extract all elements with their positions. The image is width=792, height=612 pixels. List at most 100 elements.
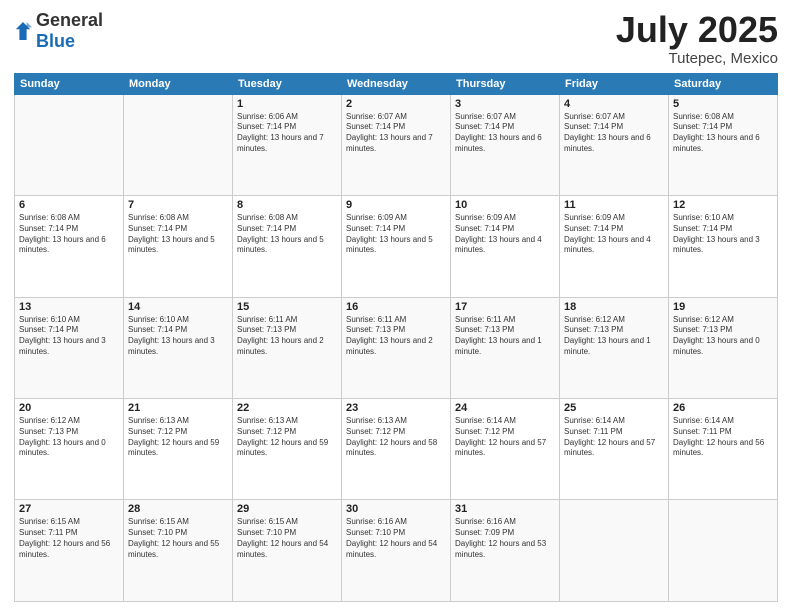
calendar-cell: 4 Sunrise: 6:07 AMSunset: 7:14 PMDaylight… [560,94,669,195]
day-number: 17 [455,301,555,313]
day-number: 20 [19,402,119,414]
weekday-header-sunday: Sunday [15,73,124,94]
calendar-cell: 27Sunrise: 6:15 AMSunset: 7:11 PMDayligh… [15,500,124,602]
day-number: 3 [455,98,555,110]
day-number: 1 [237,98,337,110]
day-number: 6 [19,199,119,211]
day-info: Sunrise: 6:08 AMSunset: 7:14 PMDaylight:… [237,213,337,256]
weekday-row: SundayMondayTuesdayWednesdayThursdayFrid… [15,73,778,94]
calendar-cell [669,500,778,602]
calendar-cell: 21 Sunrise: 6:13 AMSunset: 7:12 PMDayligh… [124,399,233,500]
day-number: 5 [673,98,773,110]
day-info: Sunrise: 6:11 AMSunset: 7:13 PMDaylight:… [346,315,446,358]
calendar-cell: 7Sunrise: 6:08 AMSunset: 7:14 PMDaylight… [124,196,233,297]
calendar-table: SundayMondayTuesdayWednesdayThursdayFrid… [14,73,778,602]
logo-text: General Blue [36,10,103,52]
day-number: 8 [237,199,337,211]
day-number: 4 [564,98,664,110]
day-info: Sunrise: 6:09 AMSunset: 7:14 PMDaylight:… [455,213,555,256]
calendar-cell: 24 Sunrise: 6:14 AMSunset: 7:12 PMDayligh… [451,399,560,500]
week-row-2: 6 Sunrise: 6:08 AMSunset: 7:14 PMDaylight… [15,196,778,297]
week-row-4: 20 Sunrise: 6:12 AMSunset: 7:13 PMDayligh… [15,399,778,500]
day-info: Sunrise: 6:13 AMSunset: 7:12 PMDaylight:… [128,416,228,459]
day-info: Sunrise: 6:14 AMSunset: 7:11 PMDaylight:… [564,416,664,459]
calendar-cell: 13 Sunrise: 6:10 AMSunset: 7:14 PMDayligh… [15,297,124,398]
day-info: Sunrise: 6:16 AMSunset: 7:09 PMDaylight:… [455,517,555,560]
day-number: 12 [673,199,773,211]
day-info: Sunrise: 6:14 AMSunset: 7:11 PMDaylight:… [673,416,773,459]
calendar-cell: 23 Sunrise: 6:13 AMSunset: 7:12 PMDayligh… [342,399,451,500]
weekday-header-wednesday: Wednesday [342,73,451,94]
calendar-cell: 22 Sunrise: 6:13 AMSunset: 7:12 PMDayligh… [233,399,342,500]
header: General Blue July 2025 Tutepec, Mexico [14,10,778,67]
logo-icon [14,20,32,42]
day-info: Sunrise: 6:08 AMSunset: 7:14 PMDaylight:… [19,213,119,256]
calendar-cell [124,94,233,195]
day-info: Sunrise: 6:11 AMSunset: 7:13 PMDaylight:… [237,315,337,358]
day-number: 15 [237,301,337,313]
day-info: Sunrise: 6:15 AMSunset: 7:10 PMDaylight:… [128,517,228,560]
calendar-cell: 28Sunrise: 6:15 AMSunset: 7:10 PMDayligh… [124,500,233,602]
day-number: 13 [19,301,119,313]
calendar-cell: 29 Sunrise: 6:15 AMSunset: 7:10 PMDayligh… [233,500,342,602]
calendar-cell: 15 Sunrise: 6:11 AMSunset: 7:13 PMDayligh… [233,297,342,398]
calendar-cell: 6 Sunrise: 6:08 AMSunset: 7:14 PMDaylight… [15,196,124,297]
day-number: 21 [128,402,228,414]
day-info: Sunrise: 6:09 AMSunset: 7:14 PMDaylight:… [346,213,446,256]
day-number: 19 [673,301,773,313]
calendar-cell: 25 Sunrise: 6:14 AMSunset: 7:11 PMDayligh… [560,399,669,500]
day-number: 25 [564,402,664,414]
day-info: Sunrise: 6:12 AMSunset: 7:13 PMDaylight:… [564,315,664,358]
day-number: 29 [237,503,337,515]
day-number: 24 [455,402,555,414]
day-number: 18 [564,301,664,313]
week-row-5: 27Sunrise: 6:15 AMSunset: 7:11 PMDayligh… [15,500,778,602]
day-number: 10 [455,199,555,211]
calendar-cell: 18 Sunrise: 6:12 AMSunset: 7:13 PMDayligh… [560,297,669,398]
day-number: 30 [346,503,446,515]
day-number: 9 [346,199,446,211]
calendar-cell: 17 Sunrise: 6:11 AMSunset: 7:13 PMDayligh… [451,297,560,398]
day-number: 14 [128,301,228,313]
day-info: Sunrise: 6:11 AMSunset: 7:13 PMDaylight:… [455,315,555,358]
day-number: 11 [564,199,664,211]
calendar-cell: 11 Sunrise: 6:09 AMSunset: 7:14 PMDayligh… [560,196,669,297]
calendar-cell: 10 Sunrise: 6:09 AMSunset: 7:14 PMDayligh… [451,196,560,297]
day-info: Sunrise: 6:10 AMSunset: 7:14 PMDaylight:… [19,315,119,358]
weekday-header-tuesday: Tuesday [233,73,342,94]
weekday-header-saturday: Saturday [669,73,778,94]
calendar-cell: 5 Sunrise: 6:08 AMSunset: 7:14 PMDaylight… [669,94,778,195]
day-info: Sunrise: 6:08 AMSunset: 7:14 PMDaylight:… [673,112,773,155]
day-number: 26 [673,402,773,414]
calendar-cell: 31 Sunrise: 6:16 AMSunset: 7:09 PMDayligh… [451,500,560,602]
calendar-cell: 9 Sunrise: 6:09 AMSunset: 7:14 PMDaylight… [342,196,451,297]
day-info: Sunrise: 6:13 AMSunset: 7:12 PMDaylight:… [237,416,337,459]
month-title: July 2025 [616,10,778,50]
day-info: Sunrise: 6:14 AMSunset: 7:12 PMDaylight:… [455,416,555,459]
day-info: Sunrise: 6:07 AMSunset: 7:14 PMDaylight:… [564,112,664,155]
calendar-cell: 19Sunrise: 6:12 AMSunset: 7:13 PMDayligh… [669,297,778,398]
day-number: 7 [128,199,228,211]
calendar-cell: 14 Sunrise: 6:10 AMSunset: 7:14 PMDayligh… [124,297,233,398]
location-title: Tutepec, Mexico [616,50,778,67]
calendar-cell: 3Sunrise: 6:07 AMSunset: 7:14 PMDaylight… [451,94,560,195]
day-number: 16 [346,301,446,313]
day-number: 22 [237,402,337,414]
calendar-cell: 30 Sunrise: 6:16 AMSunset: 7:10 PMDayligh… [342,500,451,602]
day-number: 31 [455,503,555,515]
calendar-cell [560,500,669,602]
day-info: Sunrise: 6:13 AMSunset: 7:12 PMDaylight:… [346,416,446,459]
weekday-header-friday: Friday [560,73,669,94]
day-info: Sunrise: 6:15 AMSunset: 7:11 PMDaylight:… [19,517,119,560]
calendar-cell: 2Sunrise: 6:07 AMSunset: 7:14 PMDaylight… [342,94,451,195]
day-info: Sunrise: 6:12 AMSunset: 7:13 PMDaylight:… [19,416,119,459]
logo: General Blue [14,10,103,52]
day-info: Sunrise: 6:09 AMSunset: 7:14 PMDaylight:… [564,213,664,256]
day-number: 23 [346,402,446,414]
day-info: Sunrise: 6:10 AMSunset: 7:14 PMDaylight:… [128,315,228,358]
calendar-cell: 20 Sunrise: 6:12 AMSunset: 7:13 PMDayligh… [15,399,124,500]
calendar-cell: 12Sunrise: 6:10 AMSunset: 7:14 PMDayligh… [669,196,778,297]
day-info: Sunrise: 6:16 AMSunset: 7:10 PMDaylight:… [346,517,446,560]
day-info: Sunrise: 6:15 AMSunset: 7:10 PMDaylight:… [237,517,337,560]
logo-blue: Blue [36,31,75,51]
